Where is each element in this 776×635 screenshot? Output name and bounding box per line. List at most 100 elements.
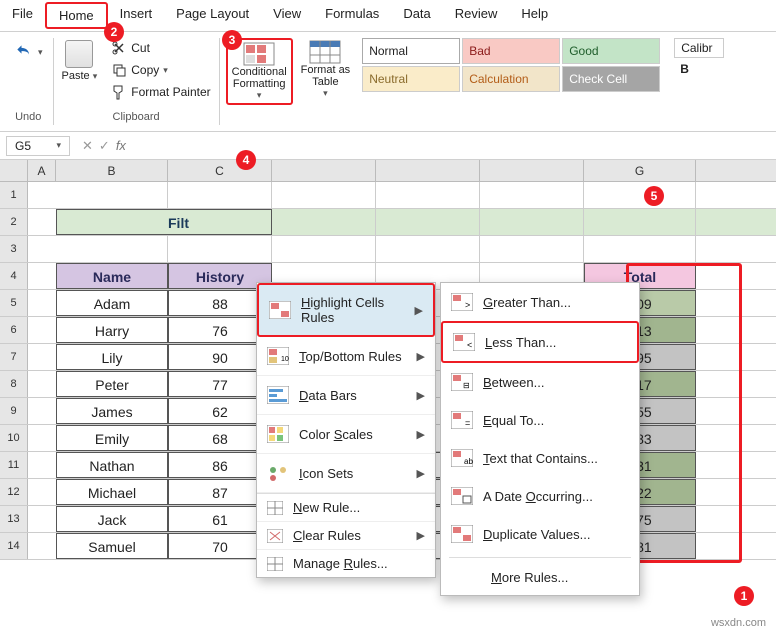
undo-button[interactable]: ▾ <box>10 38 47 66</box>
cut-button[interactable]: Cut <box>109 38 212 58</box>
row-header[interactable]: 13 <box>0 506 28 532</box>
menu-view[interactable]: View <box>261 2 313 29</box>
menu-pagelayout[interactable]: Page Layout <box>164 2 261 29</box>
row-header[interactable]: 11 <box>0 452 28 478</box>
row-header[interactable]: 6 <box>0 317 28 343</box>
menu-clear-rules[interactable]: Clear Rules ▶ <box>257 522 435 550</box>
cell-name[interactable]: Lily <box>56 344 168 370</box>
cell-name[interactable]: Jack <box>56 506 168 532</box>
style-bad[interactable]: Bad <box>462 38 560 64</box>
menu-review[interactable]: Review <box>443 2 510 29</box>
menu-text-contains[interactable]: ab Text that Contains... <box>441 439 639 477</box>
annotation-1: 1 <box>734 586 754 606</box>
cell-name[interactable]: Emily <box>56 425 168 451</box>
row-header[interactable]: 1 <box>0 182 28 208</box>
menu-help[interactable]: Help <box>509 2 560 29</box>
menu-data-bars[interactable]: Data Bars ▶ <box>257 376 435 415</box>
style-good[interactable]: Good <box>562 38 660 64</box>
formula-bar[interactable]: ✕ ✓ fx <box>76 138 126 154</box>
paste-icon <box>65 40 93 68</box>
menu-date-occurring[interactable]: A Date Occurring... <box>441 477 639 515</box>
mi-label: Between... <box>483 375 629 390</box>
menu-highlight-cells-rules[interactable]: Highlight Cells Rules ▶ <box>257 283 435 337</box>
paste-button[interactable]: Paste ▾ <box>60 38 100 84</box>
style-checkcell[interactable]: Check Cell <box>562 66 660 92</box>
copy-button[interactable]: Copy ▾ <box>109 60 212 80</box>
chevron-down-icon: ▾ <box>323 88 328 99</box>
menu-more-rules[interactable]: More Rules... <box>441 562 639 595</box>
menu-icon-sets[interactable]: Icon Sets ▶ <box>257 454 435 493</box>
cell-name[interactable]: James <box>56 398 168 424</box>
row-header[interactable]: 3 <box>0 236 28 262</box>
row-header[interactable]: 4 <box>0 263 28 289</box>
menu-top-bottom-rules[interactable]: 10 Top/Bottom Rules ▶ <box>257 337 435 376</box>
menu-home[interactable]: Home <box>45 2 108 29</box>
menu-new-rule[interactable]: New Rule... <box>257 493 435 522</box>
row-header[interactable]: 8 <box>0 371 28 397</box>
cell-name[interactable]: Harry <box>56 317 168 343</box>
format-painter-button[interactable]: Format Painter <box>109 82 212 102</box>
paste-label: Paste <box>62 70 90 82</box>
cell-name[interactable]: Peter <box>56 371 168 397</box>
menu-file[interactable]: File <box>0 2 45 29</box>
col-header-D[interactable] <box>272 160 376 181</box>
row-header[interactable]: 2 <box>0 209 28 235</box>
row-header[interactable]: 9 <box>0 398 28 424</box>
menu-formulas[interactable]: Formulas <box>313 2 391 29</box>
col-header-F[interactable] <box>480 160 584 181</box>
brush-icon <box>111 84 127 100</box>
header-name[interactable]: Name <box>56 263 168 289</box>
row-header[interactable]: 12 <box>0 479 28 505</box>
fx-label: fx <box>116 138 126 153</box>
cell-styles-gallery[interactable]: Normal Bad Good Neutral Calculation Chec… <box>362 38 660 92</box>
menu-between[interactable]: ⊟ Between... <box>441 363 639 401</box>
select-all-corner[interactable] <box>0 160 28 181</box>
col-header-A[interactable]: A <box>28 160 56 181</box>
style-calculation[interactable]: Calculation <box>462 66 560 92</box>
formula-bar-row: G5 ▾ ✕ ✓ fx <box>0 132 776 160</box>
menu-color-scales[interactable]: Color Scales ▶ <box>257 415 435 454</box>
separator <box>449 557 631 558</box>
menu-duplicate-values[interactable]: Duplicate Values... <box>441 515 639 553</box>
svg-text:=: = <box>465 418 470 428</box>
between-icon: ⊟ <box>451 373 473 391</box>
name-box[interactable]: G5 ▾ <box>6 136 70 156</box>
bold-button[interactable]: B <box>674 60 724 78</box>
svg-text:<: < <box>467 340 472 350</box>
table-icon <box>309 40 341 64</box>
chevron-down-icon: ▾ <box>93 71 98 81</box>
col-header-B[interactable]: B <box>56 160 168 181</box>
menu-data[interactable]: Data <box>391 2 442 29</box>
date-icon <box>451 487 473 505</box>
cell-name[interactable]: Michael <box>56 479 168 505</box>
svg-text:>: > <box>465 300 470 310</box>
cancel-icon[interactable]: ✕ <box>82 138 93 154</box>
cell-name[interactable]: Adam <box>56 290 168 316</box>
icon-sets-icon <box>267 464 289 482</box>
menu-equal-to[interactable]: = Equal To... <box>441 401 639 439</box>
grid-icon <box>267 557 283 571</box>
row-header[interactable]: 7 <box>0 344 28 370</box>
fat-label: Format as Table <box>301 64 351 88</box>
mi-label: Clear Rules <box>293 528 407 543</box>
menu-manage-rules[interactable]: Manage Rules... <box>257 550 435 577</box>
row-3: 3 <box>0 236 776 263</box>
menu-greater-than[interactable]: > Greater Than... <box>441 283 639 321</box>
confirm-icon[interactable]: ✓ <box>99 138 110 154</box>
row-header[interactable]: 14 <box>0 533 28 559</box>
col-header-G[interactable]: G <box>584 160 696 181</box>
cf-label: Conditional Formatting <box>232 66 287 90</box>
cell-name[interactable]: Nathan <box>56 452 168 478</box>
style-normal[interactable]: Normal <box>362 38 460 64</box>
col-header-C[interactable]: C <box>168 160 272 181</box>
menu-less-than[interactable]: < Less Than... <box>441 321 639 363</box>
col-header-E[interactable] <box>376 160 480 181</box>
row-header[interactable]: 5 <box>0 290 28 316</box>
format-as-table-button[interactable]: Format as Table ▾ <box>297 38 355 101</box>
style-neutral[interactable]: Neutral <box>362 66 460 92</box>
mi-label: A Date Occurring... <box>483 489 629 504</box>
undo-icon <box>14 42 34 62</box>
row-header[interactable]: 10 <box>0 425 28 451</box>
font-name-box[interactable]: Calibr <box>674 38 724 58</box>
cell-name[interactable]: Samuel <box>56 533 168 559</box>
